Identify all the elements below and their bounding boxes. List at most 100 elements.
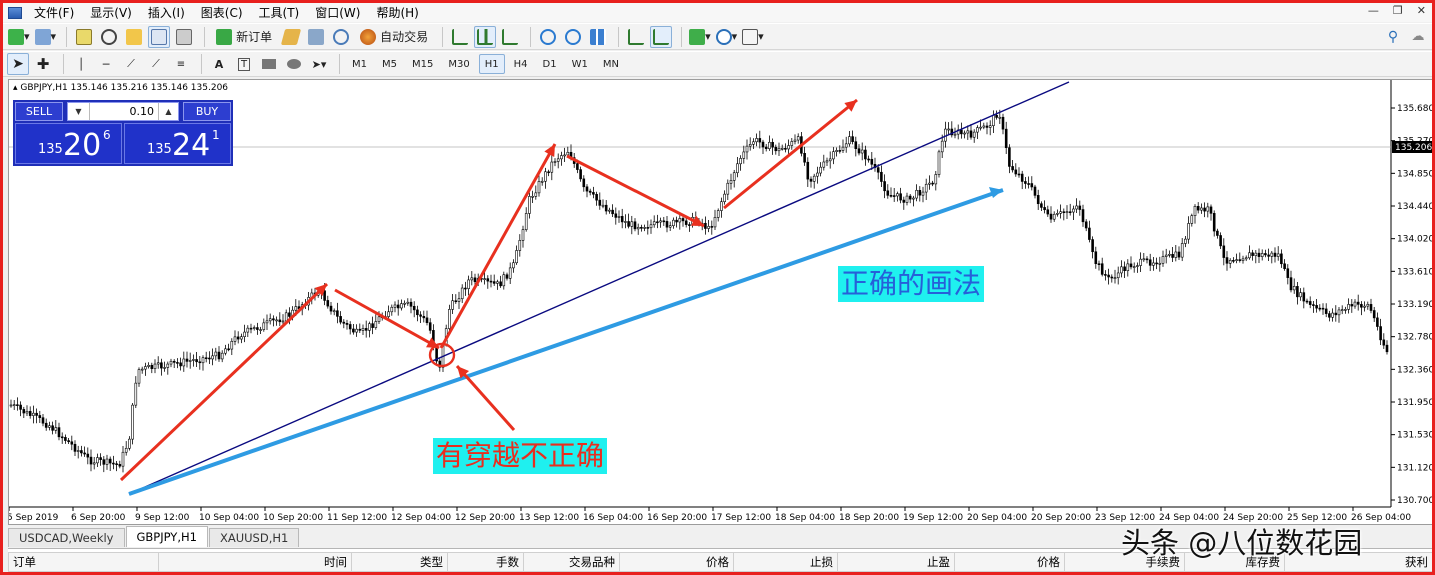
candle-body — [966, 130, 970, 134]
buy-button[interactable]: BUY — [183, 102, 231, 121]
zoom-in-button[interactable] — [537, 26, 559, 48]
menu-tools[interactable]: 工具(T) — [253, 4, 310, 21]
cursor-tool[interactable]: ➤ — [7, 53, 29, 75]
strategy-tester-button[interactable] — [173, 26, 195, 48]
candle-body — [1273, 252, 1277, 257]
candlestick-button[interactable] — [474, 25, 497, 48]
candle-body — [67, 440, 70, 443]
minimize-icon[interactable]: — — [1368, 4, 1379, 17]
candle-body — [1088, 227, 1091, 240]
separator — [66, 26, 68, 47]
market-watch-icon — [76, 28, 93, 45]
line-chart-button[interactable] — [499, 26, 521, 48]
sell-button[interactable]: SELL — [15, 102, 63, 121]
radio-button-icon-btn[interactable] — [330, 26, 352, 48]
fibonacci-tool[interactable]: ≡ — [170, 53, 192, 75]
col-takeprofit[interactable]: 止盈 — [838, 553, 955, 571]
timeframe-m15[interactable]: M15 — [406, 54, 439, 74]
indicators-button[interactable]: ▾ — [688, 26, 712, 48]
timeframe-d1[interactable]: D1 — [537, 54, 563, 74]
tab-xauusd-h1[interactable]: XAUUSD,H1 — [208, 528, 300, 547]
candle-body — [1033, 186, 1037, 196]
equidistant-channel-tool[interactable]: ⟋ — [145, 53, 167, 75]
crosshair-tool[interactable]: ✚ — [32, 53, 54, 75]
lot-spinner-icon[interactable]: ▲ — [158, 103, 178, 120]
menu-help[interactable]: 帮助(H) — [370, 4, 428, 21]
menu-insert[interactable]: 插入(I) — [142, 4, 195, 21]
new-order-button[interactable]: 新订单 — [211, 26, 277, 48]
candle-body — [953, 133, 957, 136]
col-type[interactable]: 类型 — [352, 553, 448, 571]
search-button[interactable]: ⚲ — [1382, 26, 1404, 48]
lot-dropdown-icon[interactable]: ▼ — [68, 103, 90, 120]
candle-body — [566, 151, 570, 156]
chart-window[interactable]: 135.680135.270134.850134.440134.020133.6… — [8, 79, 1432, 525]
restore-icon[interactable]: ❐ — [1393, 4, 1403, 17]
sell-price[interactable]: 135 20 6 — [15, 123, 122, 164]
menu-window[interactable]: 窗口(W) — [309, 4, 370, 21]
trading-signals-button[interactable] — [305, 26, 327, 48]
text-label-tool[interactable]: T — [233, 53, 255, 75]
timeframe-h1[interactable]: H1 — [478, 54, 505, 74]
col-order[interactable]: 订单 — [9, 553, 159, 571]
candle-body — [819, 166, 822, 174]
text-tool[interactable]: A — [208, 53, 230, 75]
chart-shift-button[interactable] — [625, 26, 647, 48]
tab-usdcad-weekly[interactable]: USDCAD,Weekly — [8, 528, 125, 547]
candle-body — [912, 197, 915, 200]
col-symbol[interactable]: 交易品种 — [524, 553, 620, 571]
periods-button[interactable]: ▾ — [715, 26, 739, 48]
col-price[interactable]: 价格 — [620, 553, 734, 571]
auto-trading-button[interactable]: 自动交易 — [355, 26, 433, 48]
candle-body — [460, 287, 464, 300]
rectangle-tool[interactable] — [258, 53, 280, 75]
chat-button[interactable]: ☁ — [1407, 26, 1429, 48]
ellipse-tool[interactable] — [283, 53, 305, 75]
candle-body — [777, 148, 781, 152]
navigator-button[interactable] — [98, 26, 120, 48]
menu-charts[interactable]: 图表(C) — [195, 4, 253, 21]
clock-icon — [715, 28, 732, 45]
standard-toolbar: ▾ ▾ 新订单 自动交易 ▾ ▾ ▾ ⚲ ☁ — [3, 23, 1432, 50]
buy-price[interactable]: 135 24 1 — [124, 123, 231, 164]
trendline-tool[interactable]: ⟋ — [120, 53, 142, 75]
autoscroll-button[interactable] — [650, 25, 673, 48]
arrows-tool[interactable]: ➤▾ — [308, 53, 330, 75]
timeframe-m1[interactable]: M1 — [346, 54, 373, 74]
chat-icon: ☁ — [1411, 29, 1425, 44]
candle-body — [947, 128, 950, 131]
zoom-out-button[interactable] — [562, 26, 584, 48]
tile-windows-button[interactable] — [587, 26, 609, 48]
metaeditor-button[interactable] — [280, 26, 302, 48]
col-stoploss[interactable]: 止损 — [734, 553, 838, 571]
candle-body — [803, 152, 806, 163]
candle-body — [924, 183, 928, 193]
timeframe-m30[interactable]: M30 — [442, 54, 475, 74]
lot-size-field[interactable]: ▼ 0.10 ▲ — [67, 102, 179, 121]
menu-file[interactable]: 文件(F) — [28, 4, 84, 21]
new-chart-button[interactable]: ▾ — [7, 26, 31, 48]
candle-body — [857, 148, 861, 154]
timeframe-m5[interactable]: M5 — [376, 54, 403, 74]
market-watch-button[interactable] — [73, 26, 95, 48]
favorites-button[interactable] — [123, 26, 145, 48]
col-current-price[interactable]: 价格 — [955, 553, 1065, 571]
bar-chart-button[interactable] — [449, 26, 471, 48]
templates-button[interactable]: ▾ — [741, 26, 765, 48]
timeframe-mn[interactable]: MN — [597, 54, 625, 74]
tab-gbpjpy-h1[interactable]: GBPJPY,H1 — [125, 526, 208, 547]
vertical-line-tool[interactable]: │ — [70, 53, 92, 75]
col-time[interactable]: 时间 — [159, 553, 352, 571]
candle-body — [121, 451, 125, 467]
horizontal-line-tool[interactable]: ─ — [95, 53, 117, 75]
candle-body — [1001, 116, 1005, 130]
profiles-button[interactable]: ▾ — [34, 26, 58, 48]
terminal-button[interactable] — [148, 25, 171, 48]
close-icon[interactable]: ✕ — [1417, 4, 1426, 17]
candle-body — [892, 195, 896, 197]
col-volume[interactable]: 手数 — [448, 553, 524, 571]
timeframe-w1[interactable]: W1 — [566, 54, 594, 74]
timeframe-h4[interactable]: H4 — [508, 54, 534, 74]
menu-view[interactable]: 显示(V) — [84, 4, 142, 21]
candle-body — [217, 351, 221, 360]
